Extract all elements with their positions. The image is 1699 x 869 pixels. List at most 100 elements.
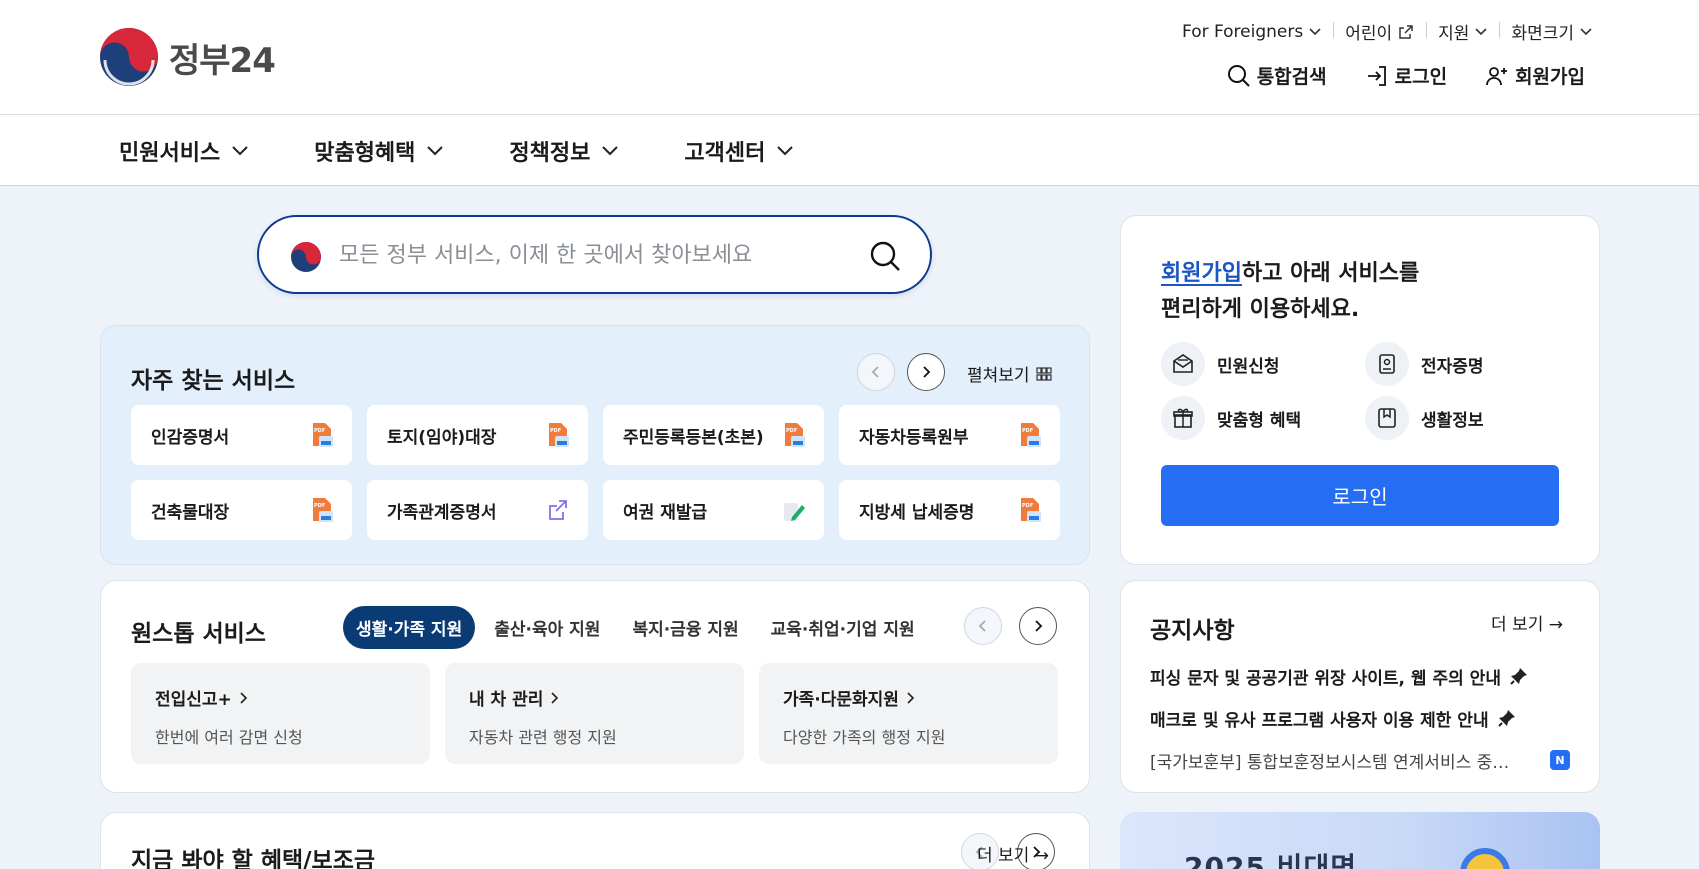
- auth-label: 로그인: [1394, 66, 1448, 88]
- kids-link[interactable]: 어린이: [1333, 19, 1426, 44]
- signup-inline-link[interactable]: 회원가입: [1161, 261, 1242, 286]
- util-label: 어린이: [1345, 24, 1393, 44]
- global-navigation: 민원서비스 맞춤형혜택 정책정보 고객센터: [0, 115, 1699, 186]
- next-button[interactable]: [907, 353, 945, 391]
- service-label: 가족관계증명서: [387, 502, 497, 523]
- svg-text:PDF: PDF: [1022, 503, 1033, 509]
- login-message-text: 하고 아래 서비스를: [1241, 261, 1420, 286]
- prev-button[interactable]: [857, 353, 895, 391]
- banner-illustration: [1460, 848, 1510, 869]
- expand-view-button[interactable]: 펼쳐보기: [967, 361, 1052, 386]
- notice-item[interactable]: [국가보훈부] 통합보훈정보시스템 연계서비스 중… N: [1150, 739, 1570, 781]
- pdf-doc-icon: PDF: [785, 423, 805, 447]
- prev-button[interactable]: [964, 607, 1002, 645]
- logo-wordmark: 정부24: [169, 40, 276, 81]
- gnb-item-civil-service[interactable]: 민원서비스: [119, 135, 248, 167]
- onestop-tabs: 생활·가족 지원 출산·육아 지원 복지·금융 지원 교육·취업·기업 지원: [343, 606, 928, 649]
- more-link[interactable]: 더 보기 →: [977, 841, 1049, 866]
- notice-text: 매크로 및 유사 프로그램 사용자 이용 제한 안내: [1150, 710, 1489, 731]
- site-header: 정부24 For Foreigners 어린이 지원 화면크기 통합검색 로그인: [0, 0, 1699, 115]
- service-label: 자동차등록원부: [859, 427, 969, 448]
- tab-education-jobs[interactable]: 교육·취업·기업 지원: [758, 606, 928, 649]
- service-item[interactable]: 여권 재발급: [603, 480, 824, 540]
- card-title: 내 차 관리: [469, 690, 544, 710]
- main-search-bar: [257, 215, 932, 294]
- external-link-icon: [1399, 24, 1413, 39]
- service-item[interactable]: 토지(임야)대장 PDF: [367, 405, 588, 465]
- gnb-item-customer-center[interactable]: 고객센터: [684, 135, 794, 167]
- onestop-card[interactable]: 가족·다문화지원 다양한 가족의 행정 지원: [759, 663, 1058, 764]
- service-item[interactable]: 지방세 납세증명 PDF: [839, 480, 1060, 540]
- service-label: 건축물대장: [151, 502, 230, 523]
- service-label: 지방세 납세증명: [859, 502, 975, 523]
- next-button[interactable]: [1019, 607, 1057, 645]
- notice-text: 피싱 문자 및 공공기관 위장 사이트, 웹 주의 안내: [1150, 668, 1501, 689]
- id-badge-icon: [1379, 354, 1395, 374]
- gnb-item-policy-info[interactable]: 정책정보: [509, 135, 619, 167]
- login-link[interactable]: 로그인: [1365, 62, 1447, 89]
- more-label: 더 보기: [977, 846, 1030, 866]
- gnb-item-custom-benefits[interactable]: 맞춤형혜택: [314, 135, 444, 167]
- service-item[interactable]: 인감증명서 PDF: [131, 405, 352, 465]
- login-box: 회원가입하고 아래 서비스를 편리하게 이용하세요. 민원신청 전자증명 맞춤형…: [1120, 215, 1600, 565]
- pdf-doc-icon: PDF: [313, 423, 333, 447]
- notice-item[interactable]: 피싱 문자 및 공공기관 위장 사이트, 웹 주의 안내: [1150, 655, 1570, 697]
- bookmark-icon: [1378, 408, 1396, 428]
- quick-service-civil-apply[interactable]: 민원신청: [1161, 342, 1365, 386]
- signup-link[interactable]: 회원가입: [1485, 62, 1585, 89]
- pin-icon: [1510, 668, 1527, 685]
- arrow-right-icon: →: [1034, 846, 1049, 866]
- quick-services: 민원신청 전자증명 맞춤형 혜택 생활정보: [1161, 342, 1565, 440]
- util-label: 지원: [1438, 24, 1470, 44]
- support-menu[interactable]: 지원: [1426, 19, 1499, 44]
- search-input[interactable]: [339, 235, 839, 275]
- chevron-right-icon: [240, 691, 247, 704]
- tab-birth-childcare[interactable]: 출산·육아 지원: [481, 606, 613, 649]
- quick-service-life-info[interactable]: 생활정보: [1365, 396, 1565, 440]
- integrated-search-button[interactable]: 통합검색: [1227, 62, 1327, 89]
- for-foreigners-menu[interactable]: For Foreigners: [1170, 22, 1333, 42]
- onestop-card[interactable]: 내 차 관리 자동차 관련 행정 지원: [445, 663, 744, 764]
- svg-text:PDF: PDF: [550, 428, 561, 434]
- onestop-cards: 전입신고+ 한번에 여러 감면 신청 내 차 관리 자동차 관련 행정 지원 가…: [131, 663, 1058, 764]
- quick-service-e-certificate[interactable]: 전자증명: [1365, 342, 1565, 386]
- notice-item[interactable]: 매크로 및 유사 프로그램 사용자 이용 제한 안내: [1150, 697, 1570, 739]
- new-badge: N: [1550, 750, 1570, 770]
- auth-menu: 통합검색 로그인 회원가입: [1227, 62, 1585, 89]
- pdf-doc-icon: PDF: [1021, 423, 1041, 447]
- screen-size-menu[interactable]: 화면크기: [1499, 19, 1592, 44]
- service-item[interactable]: 건축물대장 PDF: [131, 480, 352, 540]
- onestop-services-panel: 원스톱 서비스 생활·가족 지원 출산·육아 지원 복지·금융 지원 교육·취업…: [100, 580, 1090, 793]
- login-icon: [1367, 65, 1386, 86]
- card-desc: 자동차 관련 행정 지원: [469, 728, 617, 747]
- grid-icon: [1035, 366, 1052, 381]
- chevron-down-icon: [1580, 27, 1592, 35]
- more-link[interactable]: 더 보기 →: [1491, 610, 1563, 635]
- pdf-doc-icon: PDF: [1021, 498, 1041, 522]
- tab-welfare-finance[interactable]: 복지·금융 지원: [619, 606, 751, 649]
- section-title: 지금 봐야 할 혜택/보조금: [131, 848, 376, 869]
- service-item[interactable]: 주민등록등본(초본) PDF: [603, 405, 824, 465]
- site-logo[interactable]: 정부24: [99, 27, 276, 87]
- pdf-doc-icon: PDF: [313, 498, 333, 522]
- service-item[interactable]: 가족관계증명서: [367, 480, 588, 540]
- gnb-label: 고객센터: [684, 141, 766, 166]
- frequent-services-panel: 자주 찾는 서비스 펼쳐보기 인감증명서 PDF 토지(임야)대장 PDF 주민…: [100, 325, 1090, 565]
- notice-list: 피싱 문자 및 공공기관 위장 사이트, 웹 주의 안내 매크로 및 유사 프로…: [1150, 655, 1570, 781]
- frequent-services-grid: 인감증명서 PDF 토지(임야)대장 PDF 주민등록등본(초본) PDF 자동…: [131, 405, 1060, 540]
- card-desc: 다양한 가족의 행정 지원: [783, 728, 946, 747]
- login-button[interactable]: 로그인: [1161, 465, 1559, 526]
- search-icon[interactable]: [868, 239, 902, 273]
- service-label: 토지(임야)대장: [387, 427, 497, 448]
- chevron-down-icon: [602, 146, 619, 156]
- user-plus-icon: [1486, 66, 1508, 85]
- onestop-card[interactable]: 전입신고+ 한번에 여러 감면 신청: [131, 663, 430, 764]
- quick-service-custom-benefit[interactable]: 맞춤형 혜택: [1161, 396, 1365, 440]
- chevron-down-icon: [232, 146, 248, 156]
- service-label: 인감증명서: [151, 427, 230, 448]
- promo-banner[interactable]: 2025 비대면: [1120, 812, 1600, 869]
- tab-life-family[interactable]: 생활·가족 지원: [343, 606, 476, 649]
- section-title: 자주 찾는 서비스: [131, 368, 296, 394]
- gift-icon: [1173, 408, 1193, 428]
- service-item[interactable]: 자동차등록원부 PDF: [839, 405, 1060, 465]
